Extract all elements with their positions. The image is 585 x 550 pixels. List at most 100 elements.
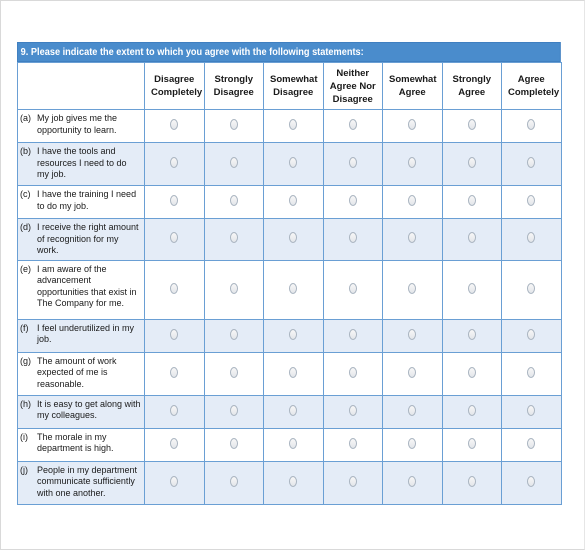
radio-button[interactable]: [467, 195, 476, 206]
option-cell-somewhat-disagree[interactable]: [263, 259, 324, 320]
option-cell-somewhat-disagree[interactable]: [263, 351, 324, 396]
radio-button[interactable]: [467, 437, 476, 449]
option-cell-agree-completely[interactable]: [501, 185, 562, 219]
radio-button[interactable]: [408, 195, 417, 206]
option-cell-neither[interactable]: [322, 351, 383, 396]
radio-button[interactable]: [170, 366, 179, 378]
radio-button[interactable]: [289, 195, 298, 206]
radio-button[interactable]: [527, 328, 536, 340]
radio-button[interactable]: [289, 404, 298, 416]
radio-button[interactable]: [229, 232, 238, 244]
option-cell-neither[interactable]: [322, 460, 383, 505]
option-cell-disagree-completely[interactable]: [144, 427, 205, 462]
radio-button[interactable]: [229, 119, 238, 130]
radio-button[interactable]: [348, 328, 357, 340]
radio-button[interactable]: [289, 475, 298, 487]
radio-button[interactable]: [467, 119, 476, 130]
option-cell-somewhat-agree[interactable]: [382, 318, 443, 353]
option-cell-disagree-completely[interactable]: [144, 109, 205, 143]
option-cell-strongly-disagree[interactable]: [203, 427, 264, 462]
option-cell-strongly-disagree[interactable]: [203, 109, 264, 143]
option-cell-strongly-disagree[interactable]: [203, 318, 264, 353]
option-cell-somewhat-agree[interactable]: [382, 109, 443, 143]
option-cell-somewhat-agree[interactable]: [382, 460, 443, 505]
radio-button[interactable]: [348, 366, 357, 378]
option-cell-somewhat-disagree[interactable]: [263, 109, 324, 143]
radio-button[interactable]: [408, 328, 417, 340]
option-cell-strongly-agree[interactable]: [441, 318, 502, 353]
radio-button[interactable]: [467, 366, 476, 378]
option-cell-somewhat-disagree[interactable]: [263, 185, 324, 219]
option-cell-disagree-completely[interactable]: [144, 394, 205, 429]
radio-button[interactable]: [229, 404, 238, 416]
option-cell-disagree-completely[interactable]: [144, 142, 205, 186]
radio-button[interactable]: [229, 157, 238, 168]
option-cell-neither[interactable]: [322, 109, 383, 143]
radio-button[interactable]: [229, 282, 238, 294]
radio-button[interactable]: [467, 232, 476, 244]
radio-button[interactable]: [467, 282, 476, 294]
radio-button[interactable]: [170, 437, 179, 449]
radio-button[interactable]: [408, 282, 417, 294]
option-cell-strongly-agree[interactable]: [441, 185, 502, 219]
option-cell-agree-completely[interactable]: [501, 218, 562, 261]
radio-button[interactable]: [289, 232, 298, 244]
radio-button[interactable]: [527, 437, 536, 449]
radio-button[interactable]: [527, 475, 536, 487]
radio-button[interactable]: [348, 437, 357, 449]
radio-button[interactable]: [348, 195, 357, 206]
radio-button[interactable]: [527, 404, 536, 416]
option-cell-disagree-completely[interactable]: [144, 185, 205, 219]
radio-button[interactable]: [170, 282, 179, 294]
radio-button[interactable]: [289, 282, 298, 294]
radio-button[interactable]: [170, 328, 179, 340]
radio-button[interactable]: [408, 404, 417, 416]
option-cell-somewhat-disagree[interactable]: [263, 318, 324, 353]
option-cell-somewhat-agree[interactable]: [382, 351, 443, 396]
option-cell-neither[interactable]: [322, 427, 383, 462]
radio-button[interactable]: [408, 157, 417, 168]
option-cell-strongly-agree[interactable]: [441, 109, 502, 143]
option-cell-neither[interactable]: [322, 259, 383, 320]
option-cell-somewhat-disagree[interactable]: [263, 218, 324, 261]
option-cell-strongly-agree[interactable]: [441, 394, 502, 429]
option-cell-somewhat-agree[interactable]: [382, 427, 443, 462]
option-cell-agree-completely[interactable]: [501, 318, 562, 353]
option-cell-strongly-agree[interactable]: [441, 460, 502, 505]
option-cell-disagree-completely[interactable]: [144, 460, 205, 505]
option-cell-somewhat-disagree[interactable]: [263, 394, 324, 429]
radio-button[interactable]: [408, 366, 417, 378]
radio-button[interactable]: [170, 232, 179, 244]
radio-button[interactable]: [170, 119, 179, 130]
radio-button[interactable]: [170, 157, 179, 168]
radio-button[interactable]: [408, 232, 417, 244]
option-cell-strongly-disagree[interactable]: [203, 394, 264, 429]
radio-button[interactable]: [467, 157, 476, 168]
radio-button[interactable]: [348, 475, 357, 487]
radio-button[interactable]: [289, 328, 298, 340]
radio-button[interactable]: [527, 366, 536, 378]
option-cell-strongly-disagree[interactable]: [203, 351, 264, 396]
option-cell-disagree-completely[interactable]: [144, 318, 205, 353]
radio-button[interactable]: [229, 437, 238, 449]
option-cell-somewhat-disagree[interactable]: [263, 460, 324, 505]
radio-button[interactable]: [527, 282, 536, 294]
radio-button[interactable]: [170, 195, 179, 206]
option-cell-agree-completely[interactable]: [501, 259, 562, 320]
option-cell-neither[interactable]: [322, 218, 383, 261]
radio-button[interactable]: [408, 119, 417, 130]
option-cell-neither[interactable]: [322, 394, 383, 429]
option-cell-neither[interactable]: [322, 318, 383, 353]
radio-button[interactable]: [527, 195, 536, 206]
radio-button[interactable]: [467, 404, 476, 416]
radio-button[interactable]: [229, 366, 238, 378]
option-cell-disagree-completely[interactable]: [144, 351, 205, 396]
option-cell-agree-completely[interactable]: [501, 460, 562, 505]
option-cell-agree-completely[interactable]: [501, 351, 562, 396]
option-cell-agree-completely[interactable]: [501, 109, 562, 143]
radio-button[interactable]: [170, 404, 179, 416]
radio-button[interactable]: [467, 475, 476, 487]
option-cell-disagree-completely[interactable]: [144, 218, 205, 261]
radio-button[interactable]: [348, 232, 357, 244]
option-cell-neither[interactable]: [322, 142, 383, 186]
